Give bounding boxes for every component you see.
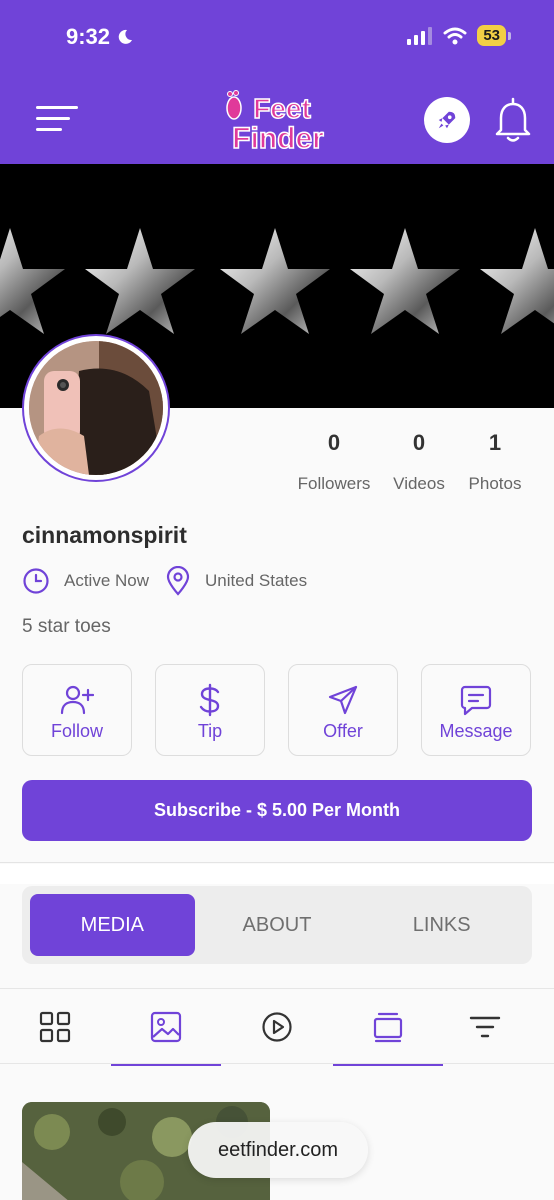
- offer-button[interactable]: Offer: [288, 664, 398, 756]
- profile-stats: 0 Followers 0 Videos 1 Photos: [290, 430, 530, 494]
- media-filter-bar: [0, 988, 554, 1066]
- clock-icon: [23, 568, 49, 594]
- gallery-icon: [373, 1012, 403, 1043]
- filter-albums[interactable]: [333, 989, 443, 1066]
- message-label: Message: [439, 721, 513, 741]
- boost-button[interactable]: [424, 97, 470, 143]
- filter-sort[interactable]: [430, 989, 540, 1065]
- sort-icon: [469, 1016, 501, 1038]
- stat-value: 1: [488, 430, 502, 455]
- status-icons: 53: [407, 25, 511, 46]
- message-button[interactable]: Message: [421, 664, 531, 756]
- moon-icon: [118, 29, 133, 44]
- image-icon: [150, 1011, 182, 1043]
- divider: [0, 862, 554, 863]
- avatar-photo: [29, 341, 163, 475]
- tip-label: Tip: [197, 721, 223, 741]
- feetfinder-logo[interactable]: Feet Finder: [220, 86, 336, 156]
- grid-icon: [39, 1011, 71, 1043]
- location-text: United States: [205, 571, 308, 590]
- location-pin-icon: [166, 566, 190, 596]
- profile-meta: Active Now United States: [22, 566, 307, 596]
- send-icon: [328, 685, 358, 715]
- stat-label: Photos: [468, 474, 522, 493]
- profile-bio: 5 star toes: [22, 616, 111, 637]
- wifi-icon: [443, 27, 467, 44]
- signal-icon: [407, 26, 433, 45]
- stat-label: Videos: [393, 474, 445, 493]
- status-bar: 9:32 53: [0, 0, 554, 76]
- stat-value: 0: [412, 430, 426, 455]
- tab-about[interactable]: ABOUT: [195, 894, 360, 956]
- filter-all[interactable]: [0, 989, 110, 1065]
- user-plus-icon: [60, 685, 94, 715]
- top-navigation: Feet Finder: [0, 76, 554, 164]
- stat-videos[interactable]: 0 Videos: [378, 430, 460, 494]
- profile-tabs: MEDIA ABOUT LINKS: [22, 886, 532, 964]
- offer-label: Offer: [323, 721, 363, 741]
- stat-value: 0: [327, 430, 341, 455]
- active-status: Active Now: [64, 571, 150, 590]
- stat-label: Followers: [297, 474, 371, 493]
- profile-username: cinnamonspirit: [22, 522, 187, 548]
- svg-text:Feet: Feet: [253, 93, 311, 124]
- tab-links[interactable]: LINKS: [359, 894, 524, 956]
- browser-url-pill[interactable]: eetfinder.com: [188, 1122, 368, 1178]
- stat-followers[interactable]: 0 Followers: [290, 430, 378, 494]
- profile-avatar[interactable]: [22, 334, 170, 482]
- svg-text:Finder: Finder: [232, 122, 324, 155]
- battery-indicator: 53: [477, 25, 511, 46]
- rocket-icon: [438, 111, 456, 129]
- dollar-icon: [199, 683, 220, 717]
- hamburger-menu-icon[interactable]: [36, 106, 78, 136]
- tab-media[interactable]: MEDIA: [30, 894, 195, 956]
- message-icon: [460, 685, 492, 716]
- filter-photos[interactable]: [111, 989, 221, 1066]
- clock-time: 9:32: [66, 24, 111, 49]
- follow-label: Follow: [50, 721, 103, 741]
- stat-photos[interactable]: 1 Photos: [460, 430, 530, 494]
- subscribe-button[interactable]: Subscribe - $ 5.00 Per Month: [22, 780, 532, 841]
- tip-button[interactable]: Tip: [155, 664, 265, 756]
- follow-button[interactable]: Follow: [22, 664, 132, 756]
- play-icon: [262, 1012, 292, 1042]
- status-time: 9:32: [66, 24, 134, 50]
- section-spacer: [0, 864, 554, 884]
- filter-videos[interactable]: [222, 989, 332, 1065]
- notification-bell-icon[interactable]: [492, 96, 534, 144]
